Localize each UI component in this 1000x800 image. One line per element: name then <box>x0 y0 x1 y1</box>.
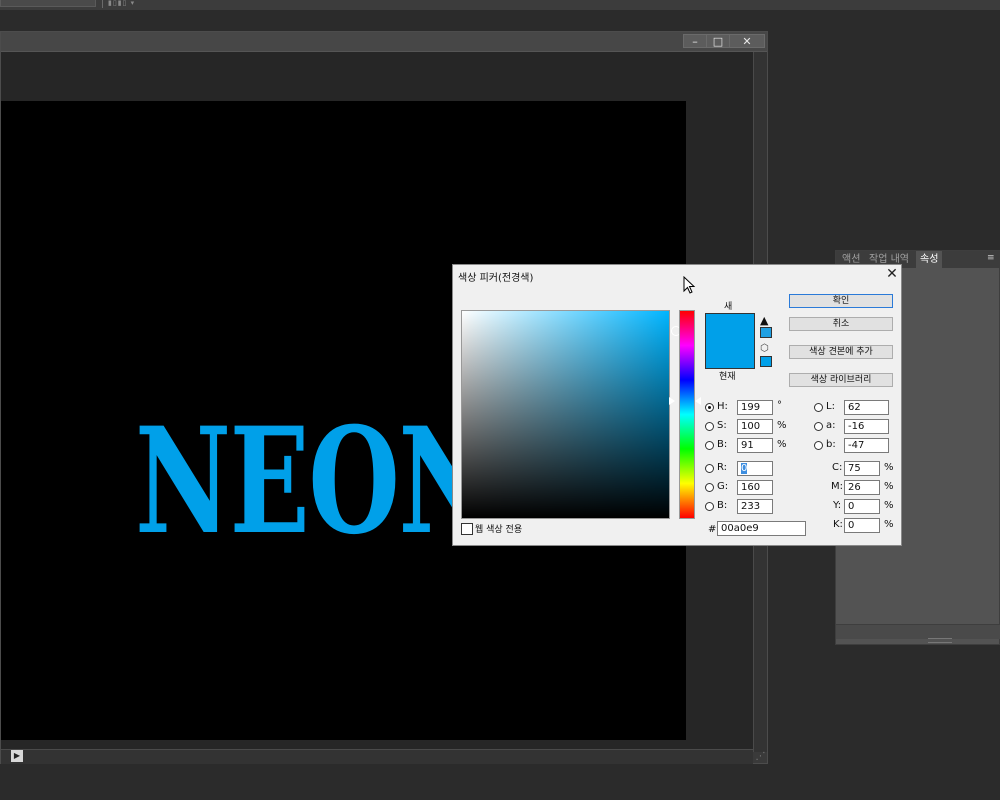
hue-label: H: <box>717 401 728 412</box>
hue-slider[interactable] <box>679 310 695 519</box>
add-to-swatches-button[interactable]: 색상 견본에 추가 <box>789 345 893 359</box>
green-label: G: <box>717 481 729 492</box>
neon-text-layer: NEON <box>135 396 495 567</box>
lightness-label: L: <box>826 401 835 412</box>
close-button[interactable]: ✕ <box>729 34 765 48</box>
play-icon[interactable]: ▶ <box>11 750 23 762</box>
saturation-field[interactable]: 100 <box>737 419 773 434</box>
tab-properties[interactable]: 속성 <box>916 251 943 268</box>
options-field[interactable] <box>0 0 96 7</box>
resize-grip-icon[interactable]: ⋰ <box>754 750 767 763</box>
gamut-correction-swatch[interactable] <box>760 327 772 338</box>
hex-label: # <box>708 524 717 535</box>
magenta-label: M: <box>831 481 843 492</box>
ok-button[interactable]: 확인 <box>789 294 893 308</box>
radio-b-channel[interactable] <box>814 441 823 450</box>
minimize-button[interactable]: – <box>683 34 707 48</box>
radio-saturation[interactable] <box>705 422 714 431</box>
mouse-cursor-icon <box>683 276 696 294</box>
current-color-label: 현재 <box>719 372 736 382</box>
cyan-field[interactable]: 75 <box>844 461 880 476</box>
black-unit: % <box>884 519 894 530</box>
hue-unit: ° <box>777 400 782 411</box>
yellow-unit: % <box>884 500 894 511</box>
yellow-field[interactable]: 0 <box>844 499 880 514</box>
red-label: R: <box>717 462 728 473</box>
radio-red[interactable] <box>705 464 714 473</box>
panel-grip-icon[interactable] <box>928 638 952 643</box>
web-safe-swatch[interactable] <box>760 356 772 367</box>
a-channel-label: a: <box>826 420 836 431</box>
b-channel-label: b: <box>826 439 836 450</box>
cyan-label: C: <box>832 462 843 473</box>
color-libraries-button[interactable]: 색상 라이브러리 <box>789 373 893 387</box>
color-picker-dialog: 색상 피커(전경색) ✕ 웹 색상 전용 새 현재 ▲ ⬡ 확인 취소 색상 견… <box>452 264 902 546</box>
web-safe-cube-icon[interactable]: ⬡ <box>760 343 769 354</box>
b-channel-field[interactable]: -47 <box>844 438 889 453</box>
hue-slider-right-arrow-icon[interactable] <box>695 397 701 405</box>
dialog-title: 색상 피커(전경색) <box>458 273 534 284</box>
hue-field[interactable]: 199 <box>737 400 773 415</box>
radio-brightness[interactable] <box>705 441 714 450</box>
saturation-label: S: <box>717 420 727 431</box>
web-only-label: 웹 색상 전용 <box>475 525 523 535</box>
black-field[interactable]: 0 <box>844 518 880 533</box>
magenta-field[interactable]: 26 <box>844 480 880 495</box>
green-field[interactable]: 160 <box>737 480 773 495</box>
dialog-close-button[interactable]: ✕ <box>883 265 901 283</box>
horizontal-scrollbar[interactable] <box>1 749 753 764</box>
radio-a-channel[interactable] <box>814 422 823 431</box>
new-color-label: 새 <box>724 302 733 312</box>
a-channel-field[interactable]: -16 <box>844 419 889 434</box>
panel-footer <box>836 624 1000 639</box>
brightness-unit: % <box>777 439 787 450</box>
cancel-button[interactable]: 취소 <box>789 317 893 331</box>
color-field[interactable] <box>461 310 681 519</box>
hue-slider-left-arrow-icon[interactable] <box>669 397 675 405</box>
options-separator <box>102 0 103 8</box>
color-swatch <box>705 313 755 369</box>
brightness-field[interactable]: 91 <box>737 438 773 453</box>
maximize-button[interactable]: □ <box>706 34 730 48</box>
lightness-field[interactable]: 62 <box>844 400 889 415</box>
web-only-checkbox[interactable] <box>461 523 473 535</box>
options-bar: ▮▯▮▯ ▾ <box>0 0 1000 10</box>
red-field-value: 0 <box>741 463 748 474</box>
magenta-unit: % <box>884 481 894 492</box>
blue-label: B: <box>717 500 728 511</box>
options-icons[interactable]: ▮▯▮▯ ▾ <box>108 0 135 8</box>
panel-menu-icon[interactable]: ≡ <box>987 253 997 263</box>
hex-field[interactable]: 00a0e9 <box>717 521 806 536</box>
radio-lightness[interactable] <box>814 403 823 412</box>
gamut-warning-icon[interactable]: ▲ <box>760 315 772 327</box>
blue-field[interactable]: 233 <box>737 499 773 514</box>
radio-blue[interactable] <box>705 502 714 511</box>
radio-green[interactable] <box>705 483 714 492</box>
radio-hue[interactable] <box>705 403 714 412</box>
black-label: K: <box>833 519 843 530</box>
cyan-unit: % <box>884 462 894 473</box>
yellow-label: Y: <box>833 500 842 511</box>
document-titlebar[interactable]: – □ ✕ <box>1 32 767 52</box>
red-field[interactable]: 0 <box>737 461 773 476</box>
brightness-label: B: <box>717 439 728 450</box>
saturation-unit: % <box>777 420 787 431</box>
